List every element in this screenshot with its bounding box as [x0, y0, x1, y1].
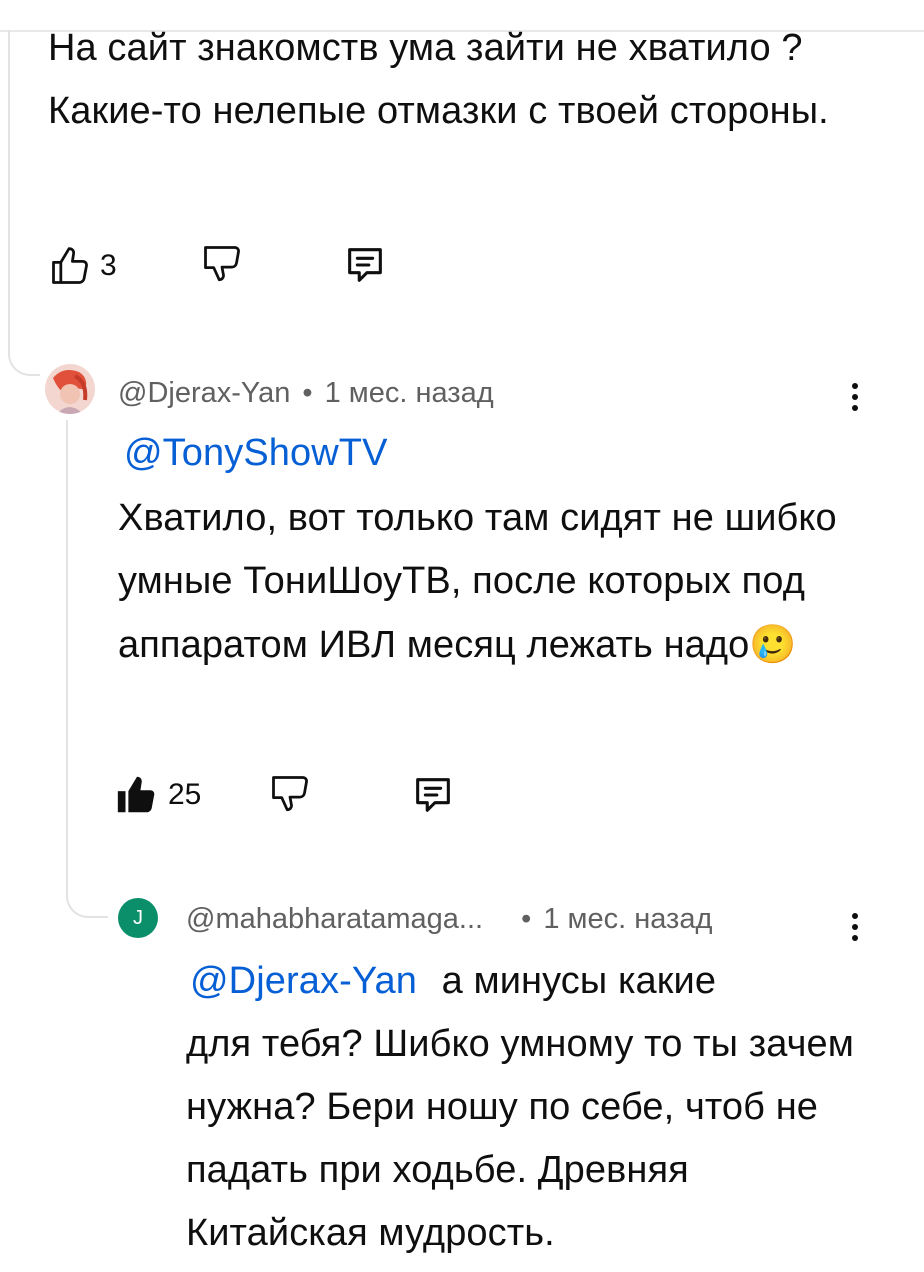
comment-text: Хватило, вот только там сидят не шибко у…: [118, 497, 837, 666]
reply-button[interactable]: [342, 242, 388, 288]
avatar[interactable]: J: [118, 898, 158, 938]
comment-text: а минусы какие: [441, 960, 717, 1002]
meta-separator: •: [302, 377, 313, 409]
comment-time: 1 мес. назад: [543, 903, 713, 935]
comment-meta: @Djerax-Yan • 1 мес. назад: [118, 377, 494, 410]
reply-icon: [348, 248, 382, 282]
thread-curve: [8, 340, 40, 376]
dislike-button[interactable]: [200, 242, 244, 286]
dislike-button[interactable]: [268, 772, 312, 816]
more-vertical-icon[interactable]: [849, 913, 861, 946]
thumb-up-outline-icon: [52, 247, 88, 284]
mention-link[interactable]: @Djerax-Yan: [190, 960, 417, 1002]
like-count: 25: [168, 778, 202, 811]
mention-link[interactable]: @TonyShowTV: [124, 432, 388, 474]
author-handle[interactable]: @Djerax-Yan: [118, 377, 290, 409]
thumb-up-filled-icon: [117, 776, 155, 813]
thread-line: [66, 420, 68, 860]
thumb-down-outline-icon: [204, 246, 240, 282]
comment-body: @TonyShowTV Хватило, вот только там сидя…: [118, 422, 858, 677]
reply-button[interactable]: [410, 772, 456, 818]
thumb-down-outline-icon: [272, 776, 308, 812]
thread-curve: [66, 860, 108, 918]
author-handle[interactable]: @mahabharatamaga...: [186, 903, 483, 935]
meta-separator: •: [521, 903, 532, 935]
thread-line: [8, 30, 10, 350]
comment-meta: @mahabharatamaga... • 1 мес. назад: [186, 903, 712, 936]
comment-time: 1 мес. назад: [324, 377, 494, 409]
smiling-tear-emoji: 🥲: [749, 622, 797, 666]
comment-text: для тебя? Шибко умному то ты зачем нужна…: [186, 1023, 854, 1254]
more-vertical-icon[interactable]: [849, 383, 861, 416]
like-button[interactable]: 25: [114, 772, 201, 818]
like-button[interactable]: 3: [48, 244, 117, 288]
comment-body: @Djerax-Yan а минусы какие для тебя? Шиб…: [186, 950, 866, 1265]
avatar[interactable]: [45, 364, 95, 414]
comment-text: На сайт знакомств ума зайти не хватило ?…: [48, 27, 829, 132]
reply-icon: [416, 778, 450, 812]
like-count: 3: [100, 249, 117, 282]
